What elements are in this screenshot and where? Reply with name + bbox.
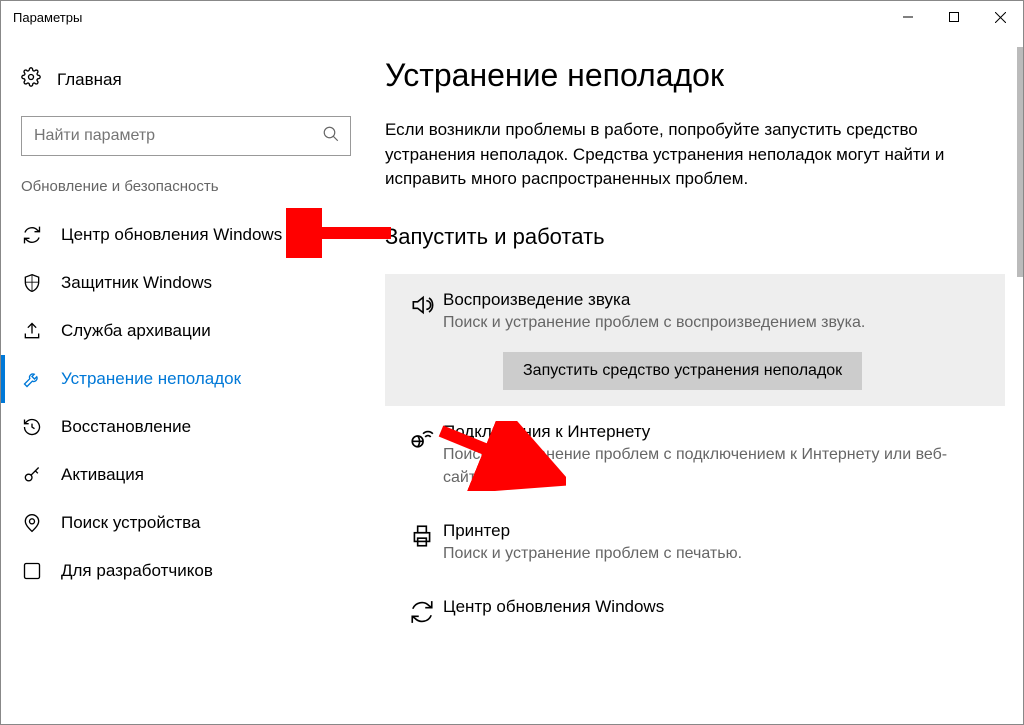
gear-icon: [21, 67, 41, 92]
sidebar-item-defender[interactable]: Защитник Windows: [1, 259, 371, 307]
section-header: Запустить и работать: [385, 224, 1005, 250]
search-input-container[interactable]: [21, 116, 351, 156]
page-title: Устранение неполадок: [385, 57, 1005, 94]
troubleshoot-item-title: Принтер: [443, 521, 989, 541]
sidebar-item-label: Восстановление: [61, 417, 191, 437]
sidebar-item-recovery[interactable]: Восстановление: [1, 403, 371, 451]
troubleshoot-item-desc: Поиск и устранение проблем с печатью.: [443, 543, 989, 565]
troubleshoot-item-printer[interactable]: Принтер Поиск и устранение проблем с печ…: [385, 505, 1005, 581]
sidebar-item-label: Поиск устройства: [61, 513, 200, 533]
sidebar-item-backup[interactable]: Служба архивации: [1, 307, 371, 355]
sidebar-item-label: Для разработчиков: [61, 561, 213, 581]
sidebar-item-label: Защитник Windows: [61, 273, 212, 293]
close-button[interactable]: [977, 1, 1023, 33]
sidebar-section-header: Обновление и безопасность: [1, 178, 371, 211]
titlebar: Параметры: [1, 1, 1023, 33]
sidebar: Главная Обновление и безопасность Центр …: [1, 33, 371, 724]
troubleshoot-item-internet[interactable]: Подключения к Интернету Поиск и устранен…: [385, 406, 1005, 505]
minimize-button[interactable]: [885, 1, 931, 33]
sidebar-item-find-device[interactable]: Поиск устройства: [1, 499, 371, 547]
code-icon: [21, 561, 43, 581]
shield-icon: [21, 273, 43, 293]
page-intro: Если возникли проблемы в работе, попробу…: [385, 118, 1005, 192]
troubleshoot-item-audio[interactable]: Воспроизведение звука Поиск и устранение…: [385, 274, 1005, 406]
sidebar-item-windows-update[interactable]: Центр обновления Windows: [1, 211, 371, 259]
titlebar-controls: [885, 1, 1023, 33]
scrollbar[interactable]: [1017, 47, 1023, 277]
sidebar-item-label: Устранение неполадок: [61, 369, 241, 389]
wifi-globe-icon: [401, 422, 443, 489]
sidebar-home[interactable]: Главная: [1, 57, 371, 102]
run-troubleshooter-button[interactable]: Запустить средство устранения неполадок: [503, 352, 862, 390]
sidebar-item-troubleshoot[interactable]: Устранение неполадок: [1, 355, 371, 403]
main-content: Устранение неполадок Если возникли пробл…: [371, 33, 1023, 724]
key-icon: [21, 465, 43, 485]
sync-icon: [21, 225, 43, 245]
speaker-icon: [401, 290, 443, 390]
window-title: Параметры: [13, 10, 82, 25]
troubleshoot-item-windows-update[interactable]: Центр обновления Windows: [385, 581, 1005, 641]
sidebar-item-label: Служба архивации: [61, 321, 211, 341]
troubleshoot-item-desc: Поиск и устранение проблем с воспроизвед…: [443, 312, 989, 334]
printer-icon: [401, 521, 443, 565]
sync-icon: [401, 597, 443, 625]
sidebar-item-label: Центр обновления Windows: [61, 225, 282, 245]
troubleshoot-item-title: Центр обновления Windows: [443, 597, 989, 617]
sidebar-item-activation[interactable]: Активация: [1, 451, 371, 499]
wrench-icon: [21, 369, 43, 389]
history-icon: [21, 417, 43, 437]
sidebar-item-label: Активация: [61, 465, 144, 485]
search-input[interactable]: [32, 126, 322, 146]
maximize-button[interactable]: [931, 1, 977, 33]
location-icon: [21, 513, 43, 533]
settings-window: Параметры Главная: [0, 0, 1024, 725]
search-icon: [322, 125, 340, 148]
sidebar-item-developers[interactable]: Для разработчиков: [1, 547, 371, 581]
troubleshoot-item-title: Подключения к Интернету: [443, 422, 989, 442]
troubleshoot-item-desc: Поиск и устранение проблем с подключение…: [443, 444, 989, 489]
troubleshoot-item-title: Воспроизведение звука: [443, 290, 989, 310]
sidebar-home-label: Главная: [57, 70, 122, 90]
backup-icon: [21, 321, 43, 341]
